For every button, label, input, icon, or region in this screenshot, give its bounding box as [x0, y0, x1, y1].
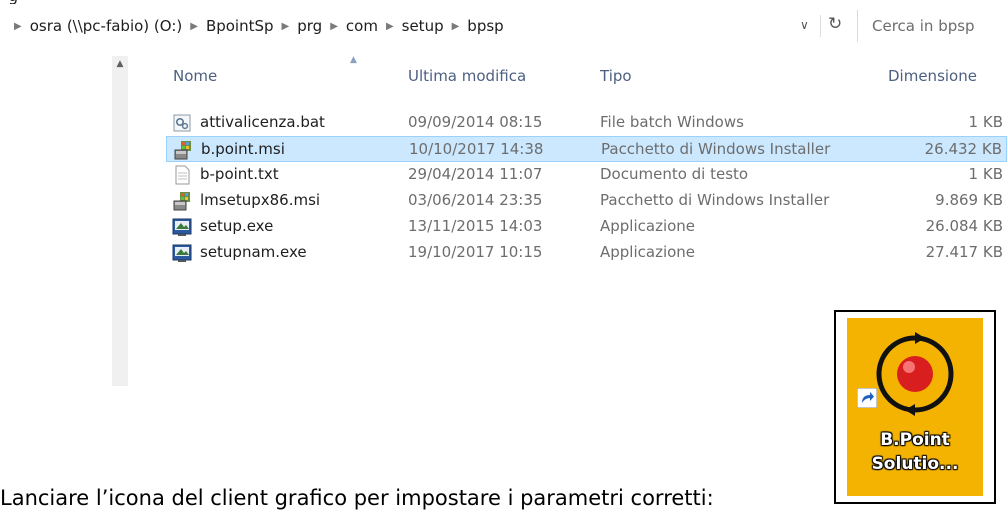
chevron-right-icon[interactable]: ▶ [452, 21, 460, 32]
address-bar: ▶ osra (\\pc-fabio) (O:) ▶ BpointSp ▶ pr… [0, 6, 1008, 46]
sort-ascending-icon: ▲ [350, 55, 357, 65]
file-name: setupnam.exe [200, 243, 307, 261]
file-name: b.point.msi [201, 140, 285, 158]
msi-installer-icon [173, 192, 190, 211]
file-row[interactable]: setup.exe 13/11/2015 14:03 Applicazione … [166, 214, 1007, 240]
chevron-right-icon[interactable]: ▶ [14, 21, 22, 32]
file-size: 1 KB [968, 113, 1003, 131]
setup-exe-icon [172, 218, 192, 236]
chevron-right-icon[interactable]: ▶ [282, 21, 290, 32]
desktop-shortcut-frame: B.Point Solutio... [834, 310, 996, 504]
file-size: 26.084 KB [925, 217, 1003, 235]
column-header-name[interactable]: Nome [173, 67, 217, 85]
setup-exe-icon [172, 244, 192, 262]
instruction-caption: Lanciare l’icona del client grafico per … [0, 486, 714, 510]
file-modified: 19/10/2017 10:15 [408, 243, 543, 261]
file-row[interactable]: setupnam.exe 19/10/2017 10:15 Applicazio… [166, 240, 1007, 266]
column-header-modified[interactable]: Ultima modifica [408, 67, 526, 85]
scroll-up-icon[interactable]: ▲ [112, 56, 128, 72]
breadcrumb-item-prg[interactable]: prg [297, 17, 322, 35]
refresh-icon[interactable]: ↻ [828, 14, 842, 34]
file-type: Documento di testo [600, 165, 749, 183]
shortcut-label-line1: B.Point [880, 430, 950, 450]
file-row-selected[interactable]: b.point.msi 10/10/2017 14:38 Pacchetto d… [166, 136, 1007, 162]
breadcrumb-item-drive[interactable]: osra (\\pc-fabio) (O:) [30, 17, 183, 35]
shortcut-arrow-icon [857, 388, 877, 408]
breadcrumb-item-bpsp[interactable]: bpsp [467, 17, 503, 35]
chevron-right-icon[interactable]: ▶ [386, 21, 394, 32]
file-modified: 09/09/2014 08:15 [408, 113, 543, 131]
chevron-right-icon[interactable]: ▶ [330, 21, 338, 32]
chevron-right-icon[interactable]: ▶ [190, 21, 198, 32]
file-size: 9.869 KB [935, 191, 1003, 209]
file-size: 26.432 KB [924, 140, 1002, 158]
shortcut-label-line2: Solutio... [871, 454, 959, 474]
file-row[interactable]: b-point.txt 29/04/2014 11:07 Documento d… [166, 162, 1007, 188]
file-type: File batch Windows [600, 113, 744, 131]
breadcrumb-item-setup[interactable]: setup [402, 17, 444, 35]
breadcrumb-item-bpointsp[interactable]: BpointSp [206, 17, 274, 35]
column-header-row: ▲ Nome Ultima modifica Tipo Dimensione [128, 55, 1008, 96]
chevron-down-icon[interactable]: ∨ [800, 18, 809, 32]
search-input[interactable]: Cerca in bpsp [857, 10, 1008, 42]
bpoint-shortcut[interactable]: B.Point Solutio... [847, 318, 983, 496]
file-name: lmsetupx86.msi [200, 191, 321, 209]
clipped-text-line: g [0, 0, 1008, 4]
file-size: 1 KB [968, 165, 1003, 183]
file-type: Pacchetto di Windows Installer [601, 140, 831, 158]
divider [820, 15, 821, 37]
file-modified: 03/06/2014 23:35 [408, 191, 543, 209]
file-type: Pacchetto di Windows Installer [600, 191, 830, 209]
file-modified: 13/11/2015 14:03 [408, 217, 543, 235]
file-row[interactable]: lmsetupx86.msi 03/06/2014 23:35 Pacchett… [166, 188, 1007, 214]
breadcrumb-item-com[interactable]: com [346, 17, 378, 35]
file-name: attivalicenza.bat [200, 113, 325, 131]
column-header-type[interactable]: Tipo [600, 67, 632, 85]
batch-file-icon [173, 114, 191, 132]
text-file-icon [175, 165, 190, 185]
file-name: setup.exe [200, 217, 274, 235]
msi-installer-icon [174, 141, 191, 160]
file-name: b-point.txt [200, 165, 279, 183]
breadcrumb: ▶ osra (\\pc-fabio) (O:) ▶ BpointSp ▶ pr… [6, 6, 504, 46]
file-type: Applicazione [600, 217, 696, 235]
file-type: Applicazione [600, 243, 696, 261]
file-modified: 29/04/2014 11:07 [408, 165, 543, 183]
file-modified: 10/10/2017 14:38 [409, 140, 544, 158]
column-header-size[interactable]: Dimensione [888, 67, 977, 85]
vertical-scrollbar[interactable]: ▲ [112, 56, 128, 386]
bpoint-logo-icon [876, 332, 954, 416]
file-size: 27.417 KB [925, 243, 1003, 261]
file-row[interactable]: attivalicenza.bat 09/09/2014 08:15 File … [166, 110, 1007, 136]
